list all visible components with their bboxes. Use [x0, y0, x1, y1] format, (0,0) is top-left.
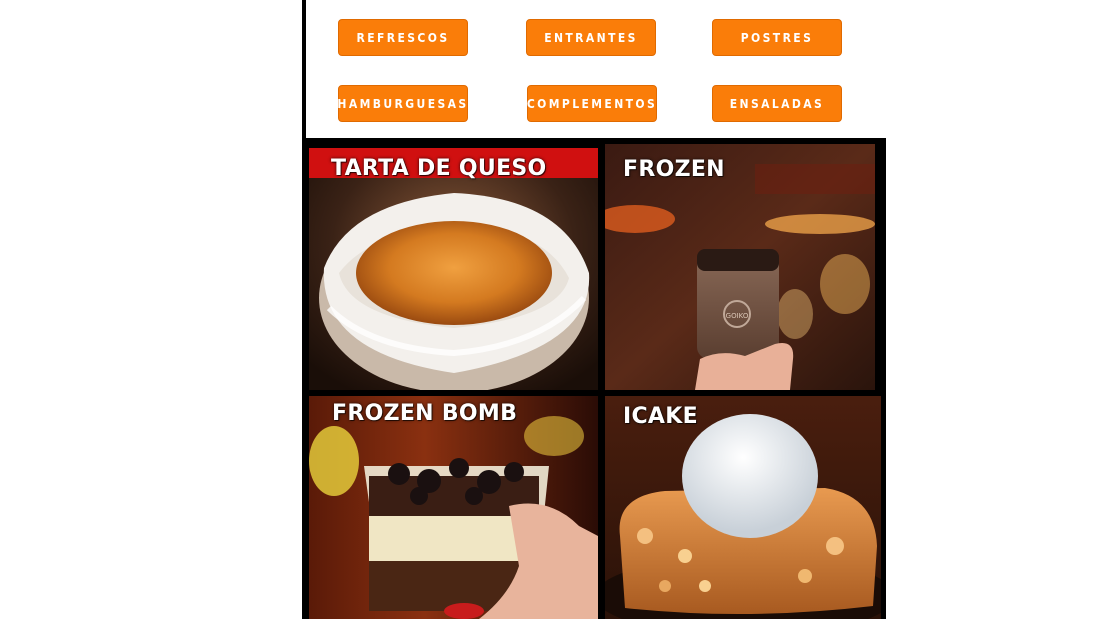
category-button-ensaladas[interactable]: ENSALADAS — [712, 85, 842, 122]
jar-brand-text: GOIKO — [726, 312, 749, 320]
cheesecake-image — [309, 148, 598, 390]
product-name: FROZEN BOMB — [332, 401, 518, 426]
product-grid: TARTA DE QUESO GOIKO FROZEN FROZEN BOMB … — [302, 138, 886, 619]
product-card-frozen[interactable]: GOIKO FROZEN — [605, 144, 875, 390]
category-button-complementos[interactable]: COMPLEMENTOS — [527, 85, 657, 122]
category-button-entrantes[interactable]: ENTRANTES — [526, 19, 656, 56]
frozen-bomb-image — [309, 396, 598, 619]
category-button-hamburguesas[interactable]: HAMBURGUESAS — [337, 85, 468, 122]
icake-image — [605, 396, 881, 619]
category-button-postres[interactable]: POSTRES — [712, 19, 842, 56]
product-card-icake[interactable]: ICAKE — [605, 396, 881, 619]
product-card-tarta-de-queso[interactable]: TARTA DE QUESO — [309, 148, 598, 390]
product-name: TARTA DE QUESO — [331, 156, 547, 181]
category-button-refrescos[interactable]: REFRESCOS — [338, 19, 468, 56]
product-name: ICAKE — [623, 404, 698, 429]
product-name: FROZEN — [623, 157, 725, 182]
product-card-frozen-bomb[interactable]: FROZEN BOMB — [309, 396, 598, 619]
